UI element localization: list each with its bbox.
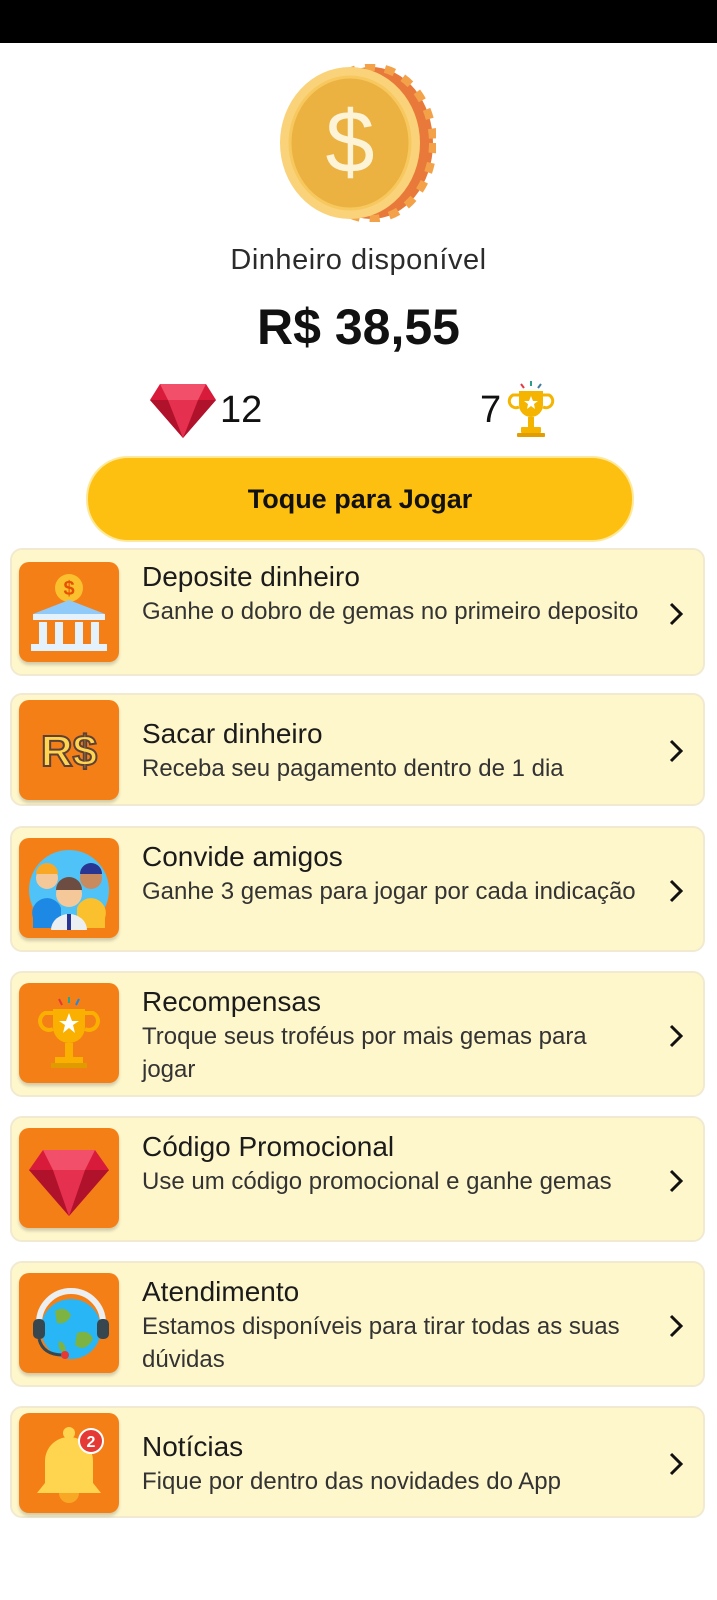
menu-icon-container: 2 (19, 1413, 119, 1513)
menu-icon-container (19, 983, 119, 1083)
chevron-right-icon (667, 1451, 685, 1477)
svg-text:$: $ (63, 578, 74, 600)
menu-title: Convide amigos (142, 841, 343, 872)
gem-icon (29, 1150, 109, 1216)
chevron-right-icon (667, 1168, 685, 1194)
menu-icon-container (19, 838, 119, 938)
svg-text:R$: R$ (41, 727, 97, 776)
bell-icon: 2 (37, 1427, 104, 1503)
bank-icon: $ (31, 574, 107, 651)
menu-subtitle: Use um código promocional e ganhe gemas (142, 1168, 612, 1195)
balance-value: R$ 38,55 (257, 299, 460, 355)
menu-item-support[interactable]: Atendimento Estamos disponíveis para tir… (10, 1261, 705, 1387)
menu-icon-container: R$ (19, 700, 119, 800)
menu-icon-container (19, 1128, 119, 1228)
friends-icon (29, 850, 109, 930)
menu-title: Recompensas (142, 986, 321, 1017)
play-button[interactable]: Toque para Jogar (86, 456, 634, 542)
notification-badge: 2 (87, 1434, 96, 1451)
menu-subtitle: Ganhe o dobro de gemas no primeiro depos… (142, 598, 639, 625)
trophy-icon (508, 381, 555, 437)
menu-subtitle: Estamos disponíveis para tirar todas as … (142, 1313, 620, 1373)
menu-subtitle: Ganhe 3 gemas para jogar por cada indica… (142, 878, 636, 905)
menu-item-rewards[interactable]: Recompensas Troque seus troféus por mais… (10, 971, 705, 1097)
gem-icon (150, 384, 216, 438)
coin-icon: $ (280, 64, 436, 222)
support-globe-icon (33, 1288, 109, 1359)
menu-subtitle: Fique por dentro das novidades do App (142, 1468, 561, 1495)
menu-title: Notícias (142, 1431, 244, 1462)
menu-title: Sacar dinheiro (142, 718, 323, 749)
menu-item-invite-friends[interactable]: Convide amigos Ganhe 3 gemas para jogar … (10, 826, 705, 952)
menu-subtitle: Troque seus troféus por mais gemas para … (142, 1023, 587, 1083)
status-bar (0, 0, 717, 43)
menu-subtitle: Receba seu pagamento dentro de 1 dia (142, 755, 564, 782)
chevron-right-icon (667, 601, 685, 627)
balance-label: Dinheiro disponível (230, 244, 487, 276)
gems-count: 12 (220, 388, 263, 431)
chevron-right-icon (667, 878, 685, 904)
gems-stat: 12 (148, 380, 262, 440)
menu-title: Deposite dinheiro (142, 561, 360, 592)
trophy-icon (38, 997, 100, 1068)
menu-item-promo-code[interactable]: Código Promocional Use um código promoci… (10, 1116, 705, 1242)
real-currency-icon: R$ (40, 726, 98, 777)
chevron-right-icon (667, 738, 685, 764)
chevron-right-icon (667, 1313, 685, 1339)
chevron-right-icon (667, 1023, 685, 1049)
svg-text:$: $ (326, 92, 375, 191)
trophies-count: 7 (480, 388, 502, 431)
menu-item-withdraw[interactable]: R$ Sacar dinheiro Receba seu pagamento d… (10, 693, 705, 806)
menu-icon-container (19, 1273, 119, 1373)
trophies-stat: 7 (478, 378, 555, 442)
menu-icon-container: $ (19, 562, 119, 662)
menu-title: Código Promocional (142, 1131, 395, 1162)
menu-title: Atendimento (142, 1276, 300, 1307)
menu-item-deposit[interactable]: $ Deposite dinheiro Ganhe o dobro de gem… (10, 548, 705, 676)
menu-item-news[interactable]: 2 Notícias Fique por dentro das novidade… (10, 1406, 705, 1518)
